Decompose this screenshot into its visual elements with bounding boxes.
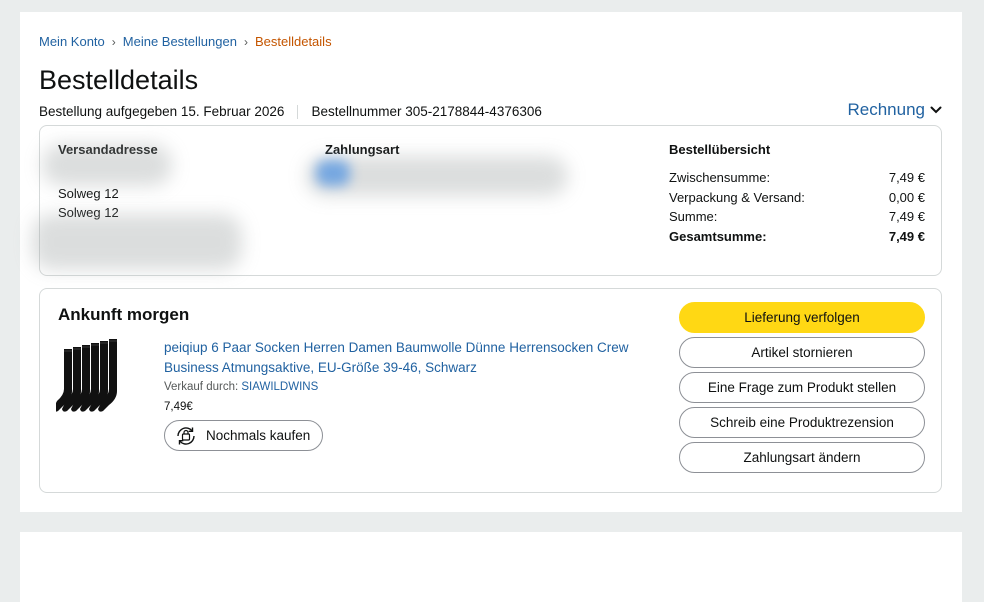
shipping-street-line: Solweg 12	[58, 186, 119, 201]
summary-value: 0,00 €	[888, 189, 925, 205]
ask-product-question-button[interactable]: Eine Frage zum Produkt stellen	[679, 372, 925, 403]
summary-row-sum: Summe: 7,49 €	[669, 209, 925, 229]
arrival-status: Ankunft morgen	[58, 305, 190, 324]
summary-value: 7,49 €	[888, 209, 925, 224]
buy-again-button[interactable]: Nochmals kaufen	[164, 420, 324, 451]
order-details-panel: Mein Konto › Meine Bestellungen › Bestel…	[20, 12, 962, 512]
breadcrumb-orders-link[interactable]: Meine Bestellungen	[123, 34, 237, 49]
lower-panel	[20, 532, 962, 602]
order-meta: Bestellung aufgegeben 15. Februar 2026 B…	[39, 104, 542, 119]
socks-product-image[interactable]	[56, 339, 131, 424]
write-review-button[interactable]: Schreib eine Produktrezension	[679, 407, 925, 438]
summary-row-subtotal: Zwischensumme: 7,49 €	[669, 170, 925, 190]
summary-label: Verpackung & Versand:	[669, 189, 805, 205]
breadcrumb: Mein Konto › Meine Bestellungen › Bestel…	[39, 34, 332, 49]
breadcrumb-separator-icon: ›	[111, 34, 116, 49]
cancel-items-button[interactable]: Artikel stornieren	[679, 337, 925, 368]
order-date: Bestellung aufgegeben 15. Februar 2026	[39, 104, 285, 119]
payment-heading: Zahlungsart	[325, 142, 400, 157]
track-package-button[interactable]: Lieferung verfolgen	[679, 302, 925, 333]
seller-info: Verkauf durch: SIAWILDWINS	[164, 381, 318, 393]
buy-again-label: Nochmals kaufen	[206, 428, 311, 443]
summary-label: Zwischensumme:	[669, 170, 771, 185]
seller-link[interactable]: SIAWILDWINS	[241, 381, 318, 393]
order-number: Bestellnummer 305-2178844-4376306	[311, 104, 542, 119]
invoice-label: Rechnung	[847, 100, 925, 119]
summary-value: 7,49 €	[888, 228, 925, 244]
meta-divider	[297, 104, 299, 119]
chevron-down-icon	[930, 106, 942, 114]
summary-label: Gesamtsumme:	[669, 228, 767, 244]
order-info-box: Versandadresse Solweg 12 Solweg 12 Zahlu…	[32, 125, 942, 276]
seller-prefix: Verkauf durch:	[164, 381, 239, 393]
breadcrumb-account-link[interactable]: Mein Konto	[39, 34, 105, 49]
summary-value: 7,49 €	[888, 170, 925, 185]
order-summary: Bestellübersicht Zwischensumme: 7,49 € V…	[669, 142, 925, 248]
product-title-link[interactable]: peiqiup 6 Paar Socken Herren Damen Baumw…	[164, 338, 644, 378]
breadcrumb-separator-icon: ›	[243, 34, 248, 49]
summary-title: Bestellübersicht	[669, 142, 771, 157]
summary-label: Summe:	[669, 209, 718, 224]
page-title: Bestelldetails	[39, 65, 199, 95]
card-logo-blur	[316, 160, 350, 186]
summary-row-shipping: Verpackung & Versand: 0,00 €	[669, 190, 925, 210]
redacted-address	[32, 214, 242, 270]
product-price: 7,49€	[164, 401, 193, 413]
shipment-actions: Lieferung verfolgen Artikel stornieren E…	[679, 302, 925, 477]
change-payment-button[interactable]: Zahlungsart ändern	[679, 442, 925, 473]
shipment-box: Ankunft morgen peiqiup 6 Paar Socken Her…	[39, 288, 942, 493]
buy-again-icon	[177, 426, 195, 445]
summary-row-total: Gesamtsumme: 7,49 €	[669, 229, 925, 249]
redacted-name	[42, 144, 172, 186]
breadcrumb-current: Bestelldetails	[254, 34, 332, 49]
invoice-dropdown[interactable]: Rechnung	[847, 100, 942, 120]
